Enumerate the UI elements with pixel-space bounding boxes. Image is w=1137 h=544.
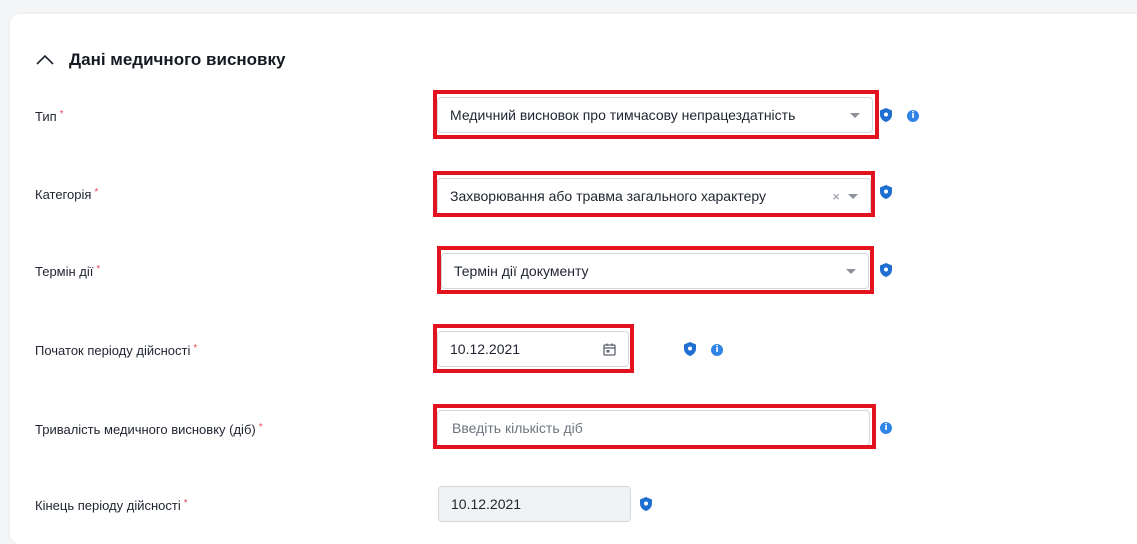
- clear-icon[interactable]: ×: [832, 189, 840, 204]
- period-start-label: Початок періоду дійсності *: [35, 343, 198, 358]
- period-end-label: Кінець періоду дійсності *: [35, 498, 188, 513]
- dropdown-caret-icon[interactable]: [848, 193, 858, 199]
- category-select[interactable]: Захворювання або травма загального харак…: [437, 178, 871, 214]
- validity-term-select[interactable]: Термін дії документу: [441, 253, 869, 289]
- period-end-date-input: 10.12.2021: [438, 486, 631, 522]
- type-select-value: Медичний висновок про тимчасову непрацез…: [450, 107, 796, 123]
- category-label: Категорія *: [35, 187, 99, 202]
- period-end-value: 10.12.2021: [451, 496, 522, 512]
- required-asterisk: *: [258, 422, 263, 433]
- shield-icon: [880, 108, 892, 122]
- dropdown-caret-icon[interactable]: [850, 112, 860, 118]
- section-header[interactable]: Дані медичного висновку: [35, 50, 285, 70]
- type-label: Тип *: [35, 109, 64, 124]
- info-icon[interactable]: i: [711, 344, 723, 356]
- info-icon[interactable]: i: [880, 422, 892, 434]
- validity-term-select-value: Термін дії документу: [454, 263, 589, 279]
- duration-input[interactable]: [450, 419, 857, 437]
- shield-icon: [880, 263, 892, 277]
- duration-input-wrapper[interactable]: [437, 410, 870, 446]
- type-select[interactable]: Медичний висновок про тимчасову непрацез…: [437, 97, 873, 133]
- required-asterisk: *: [193, 343, 198, 354]
- required-asterisk: *: [183, 498, 188, 509]
- validity-term-label: Термін дії *: [35, 264, 101, 279]
- category-select-value: Захворювання або травма загального харак…: [450, 188, 767, 204]
- dropdown-caret-icon[interactable]: [846, 268, 856, 274]
- shield-icon: [880, 185, 892, 199]
- period-start-date-input[interactable]: 10.12.2021: [437, 331, 629, 367]
- info-icon[interactable]: i: [907, 110, 919, 122]
- required-asterisk: *: [94, 187, 99, 198]
- calendar-icon[interactable]: [603, 343, 616, 356]
- period-start-value: 10.12.2021: [450, 341, 521, 357]
- shield-icon: [640, 497, 652, 511]
- section-title: Дані медичного висновку: [69, 50, 286, 69]
- chevron-up-icon[interactable]: [35, 53, 55, 67]
- required-asterisk: *: [96, 264, 101, 275]
- required-asterisk: *: [59, 109, 64, 120]
- duration-label: Тривалість медичного висновку (діб) *: [35, 422, 263, 437]
- shield-icon: [684, 342, 696, 356]
